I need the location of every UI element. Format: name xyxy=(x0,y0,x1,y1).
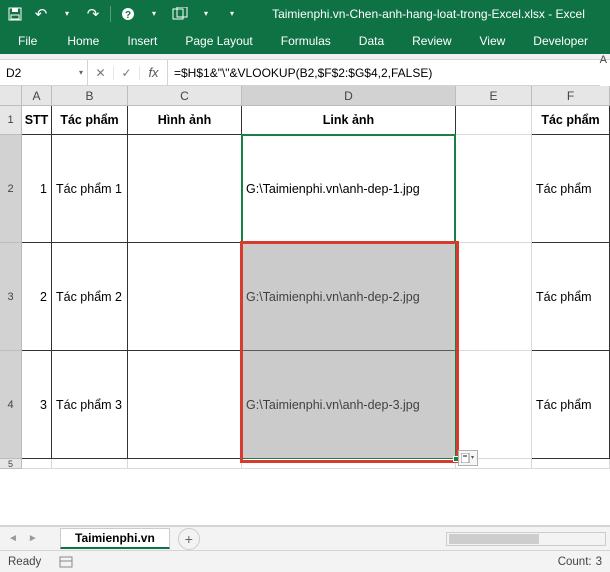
tab-file[interactable]: File xyxy=(4,27,51,54)
table-row: 4 3 Tác phẩm 3 G:\Taimienphi.vn\anh-dep-… xyxy=(0,351,610,459)
cell[interactable]: Hình ảnh xyxy=(128,106,242,135)
cell[interactable] xyxy=(532,459,610,469)
cell[interactable] xyxy=(456,243,532,351)
row-header-3[interactable]: 3 xyxy=(0,243,22,351)
row-header-4[interactable]: 4 xyxy=(0,351,22,459)
cell[interactable] xyxy=(52,459,128,469)
row-header-1[interactable]: 1 xyxy=(0,106,22,135)
help-icon[interactable]: ? xyxy=(119,5,137,23)
cell[interactable] xyxy=(128,243,242,351)
cell[interactable]: 1 xyxy=(22,135,52,243)
qat-customize-icon[interactable]: ▾ xyxy=(223,5,241,23)
tab-view[interactable]: View xyxy=(466,27,520,54)
cell[interactable]: Tác phẩm xyxy=(52,106,128,135)
table-row: 5 xyxy=(0,459,610,469)
col-header-E[interactable]: E xyxy=(456,86,532,105)
touch-mode-icon[interactable] xyxy=(171,5,189,23)
cell[interactable]: Tác phẩm xyxy=(532,135,610,243)
sheet-prev-icon[interactable]: ◄ xyxy=(8,533,18,544)
enter-icon[interactable]: ✓ xyxy=(114,66,140,80)
cell[interactable]: Tác phẩm xyxy=(532,243,610,351)
col-header-B[interactable]: B xyxy=(52,86,128,105)
cell[interactable]: 2 xyxy=(22,243,52,351)
separator xyxy=(110,6,111,22)
formula-buttons: ✕ ✓ xyxy=(88,60,140,85)
sheet-nav: ◄ ► xyxy=(0,533,60,544)
table-header-row: 1 STT Tác phẩm Hình ảnh Link ảnh Tác phẩ… xyxy=(0,106,610,135)
cell[interactable]: Tác phẩm 1 xyxy=(52,135,128,243)
cancel-icon[interactable]: ✕ xyxy=(88,66,114,80)
scrollbar-thumb[interactable] xyxy=(449,534,539,544)
cell[interactable]: 3 xyxy=(22,351,52,459)
status-count-value: 3 xyxy=(596,556,602,568)
window-title: Taimienphi.vn-Chen-anh-hang-loat-trong-E… xyxy=(247,7,610,21)
sheet-tab-bar: ◄ ► Taimienphi.vn + xyxy=(0,526,610,550)
cell[interactable] xyxy=(128,459,242,469)
cell[interactable] xyxy=(456,351,532,459)
col-header-C[interactable]: C xyxy=(128,86,242,105)
tab-formulas[interactable]: Formulas xyxy=(267,27,345,54)
cell[interactable]: Tác phẩm xyxy=(532,106,610,135)
name-box[interactable]: D2 ▾ xyxy=(0,60,88,85)
tab-review[interactable]: Review xyxy=(398,27,465,54)
cell[interactable]: Link ảnh xyxy=(242,106,456,135)
formula-input[interactable]: =$H$1&"\"&VLOOKUP(B2,$F$2:$G$4,2,FALSE) xyxy=(168,60,600,85)
status-icon xyxy=(59,556,73,568)
status-ready: Ready xyxy=(8,556,41,568)
cell[interactable] xyxy=(128,135,242,243)
cell[interactable]: G:\Taimienphi.vn\anh-dep-3.jpg xyxy=(242,351,456,459)
horizontal-scrollbar[interactable] xyxy=(446,532,606,546)
name-box-value: D2 xyxy=(6,66,21,80)
cell[interactable] xyxy=(22,459,52,469)
cell[interactable]: Tác phẩm xyxy=(532,351,610,459)
tab-data[interactable]: Data xyxy=(345,27,398,54)
sheet-next-icon[interactable]: ► xyxy=(28,533,38,544)
ribbon-tabs: File Home Insert Page Layout Formulas Da… xyxy=(0,27,610,54)
add-sheet-button[interactable]: + xyxy=(178,528,200,550)
dropdown-icon[interactable]: ▾ xyxy=(79,68,83,77)
toolbar-hint-letter: A xyxy=(600,54,610,66)
svg-text:?: ? xyxy=(125,10,131,21)
formula-bar: D2 ▾ ✕ ✓ fx =$H$1&"\"&VLOOKUP(B2,$F$2:$G… xyxy=(0,60,600,86)
title-bar: ↶ ▾ ↷ ? ▾ ▾ ▾ Taimienphi.vn-Chen-anh-han… xyxy=(0,0,610,27)
redo-icon[interactable]: ↷ xyxy=(84,5,102,23)
cell[interactable]: STT xyxy=(22,106,52,135)
status-bar: Ready Count: 3 xyxy=(0,550,610,572)
col-header-D[interactable]: D xyxy=(242,86,456,105)
tab-page-layout[interactable]: Page Layout xyxy=(171,27,266,54)
cell[interactable] xyxy=(128,351,242,459)
cell[interactable]: G:\Taimienphi.vn\anh-dep-1.jpg xyxy=(242,135,456,243)
column-headers: A B C D E F xyxy=(0,86,610,106)
cell[interactable] xyxy=(456,106,532,135)
dropdown-icon[interactable]: ▾ xyxy=(58,5,76,23)
undo-icon[interactable]: ↶ xyxy=(32,5,50,23)
col-header-F[interactable]: F xyxy=(532,86,610,105)
status-count-label: Count: xyxy=(558,556,592,568)
quick-access-toolbar: ↶ ▾ ↷ ? ▾ ▾ ▾ xyxy=(0,5,247,23)
select-all-corner[interactable] xyxy=(0,86,22,105)
cell[interactable] xyxy=(456,135,532,243)
fx-icon[interactable]: fx xyxy=(140,60,168,85)
row-header-5[interactable]: 5 xyxy=(0,459,22,469)
save-icon[interactable] xyxy=(6,5,24,23)
table-row: 2 1 Tác phẩm 1 G:\Taimienphi.vn\anh-dep-… xyxy=(0,135,610,243)
cell[interactable] xyxy=(242,459,456,469)
row-header-2[interactable]: 2 xyxy=(0,135,22,243)
worksheet-grid[interactable]: A B C D E F 1 STT Tác phẩm Hình ảnh Link… xyxy=(0,86,610,526)
dropdown-icon[interactable]: ▾ xyxy=(145,5,163,23)
tab-home[interactable]: Home xyxy=(53,27,113,54)
autofill-options-icon[interactable] xyxy=(458,450,478,466)
sheet-tab-active[interactable]: Taimienphi.vn xyxy=(60,528,170,549)
cell[interactable]: Tác phẩm 2 xyxy=(52,243,128,351)
dropdown-icon[interactable]: ▾ xyxy=(197,5,215,23)
tab-insert[interactable]: Insert xyxy=(113,27,171,54)
table-row: 3 2 Tác phẩm 2 G:\Taimienphi.vn\anh-dep-… xyxy=(0,243,610,351)
col-header-A[interactable]: A xyxy=(22,86,52,105)
tab-developer[interactable]: Developer xyxy=(519,27,602,54)
cell[interactable]: G:\Taimienphi.vn\anh-dep-2.jpg xyxy=(242,243,456,351)
cell[interactable]: Tác phẩm 3 xyxy=(52,351,128,459)
